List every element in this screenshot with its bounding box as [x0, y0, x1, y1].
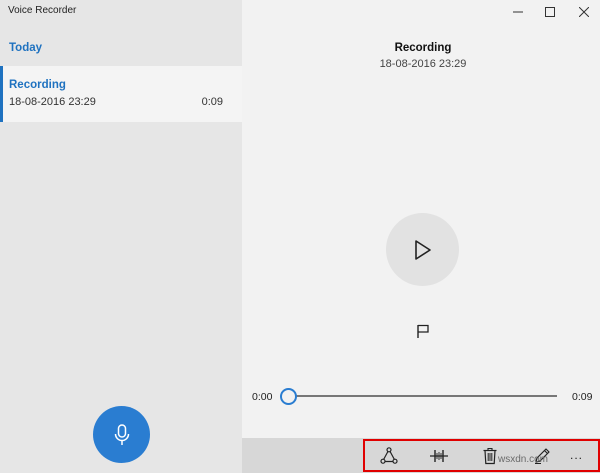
group-header-today: Today — [9, 42, 43, 54]
recording-item-date: 18-08-2016 23:29 — [9, 96, 96, 108]
recording-item-duration: 0:09 — [201, 96, 223, 108]
recordings-sidebar: Voice Recorder Today Recording 18-08-201… — [0, 0, 242, 473]
play-button[interactable] — [386, 213, 459, 286]
maximize-icon — [545, 7, 555, 17]
record-button[interactable] — [93, 406, 150, 463]
total-time: 0:09 — [572, 391, 593, 403]
trim-button[interactable] — [429, 446, 449, 466]
trash-icon — [483, 447, 497, 465]
watermark-text: wsxdn.com — [498, 454, 549, 465]
trim-icon — [430, 450, 448, 462]
add-marker-button[interactable] — [414, 322, 432, 340]
minimize-button[interactable] — [508, 3, 528, 21]
seek-track[interactable] — [288, 395, 557, 397]
seek-thumb[interactable] — [280, 388, 297, 405]
play-icon — [414, 239, 431, 260]
close-icon — [579, 7, 589, 17]
app-title: Voice Recorder — [8, 5, 77, 16]
current-time: 0:00 — [252, 391, 273, 403]
share-button[interactable] — [379, 446, 399, 466]
recording-date: 18-08-2016 23:29 — [379, 58, 467, 70]
recording-detail-pane: Recording 18-08-2016 23:29 0:00 0:09 ... — [242, 0, 600, 473]
maximize-button[interactable] — [540, 3, 560, 21]
share-icon — [380, 447, 398, 464]
recording-title: Recording — [394, 42, 452, 54]
delete-button[interactable] — [480, 446, 500, 466]
close-button[interactable] — [574, 3, 594, 21]
flag-icon — [417, 324, 429, 338]
recording-list-item[interactable]: Recording 18-08-2016 23:29 0:09 — [0, 66, 242, 122]
recording-item-title: Recording — [9, 79, 66, 91]
minimize-icon — [513, 11, 523, 13]
microphone-icon — [114, 423, 129, 445]
more-options-button[interactable]: ... — [570, 448, 583, 462]
